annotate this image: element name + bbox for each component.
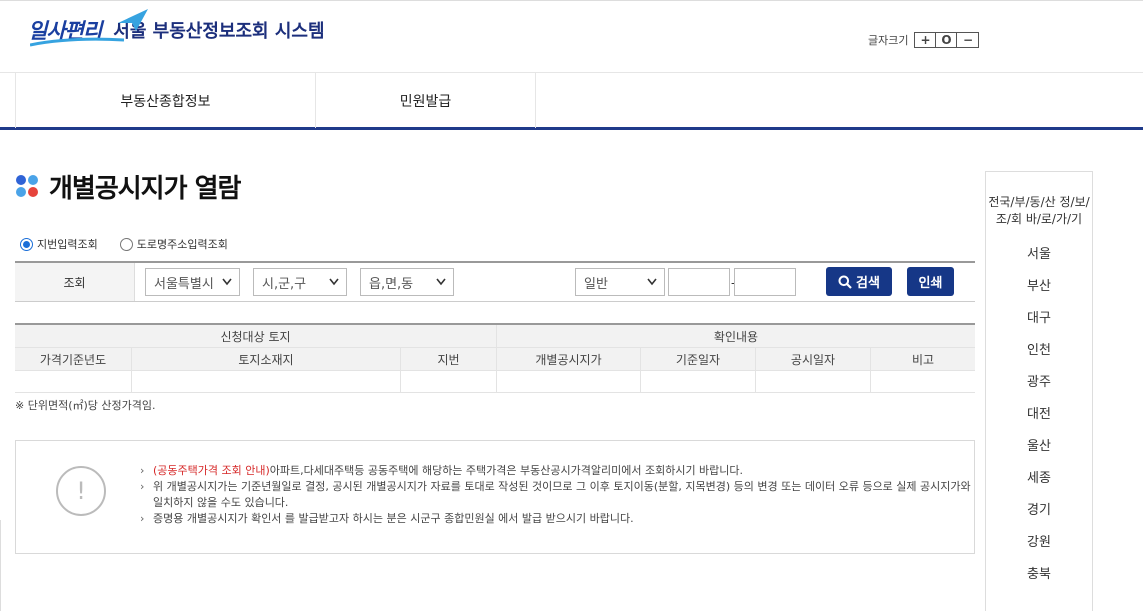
table-cell xyxy=(131,371,400,392)
table-group-header: 신청대상 토지 확인내용 xyxy=(15,325,975,348)
sido-select-value: 서울특별시 xyxy=(154,276,214,292)
radio-jibun-indicator[interactable] xyxy=(20,237,33,251)
table-cell xyxy=(496,371,640,392)
sidebar-item-incheon[interactable]: 인천 xyxy=(986,332,1092,364)
group-header-confirmation: 확인내용 xyxy=(496,325,975,347)
sidebar-item-gangwon[interactable]: 강원 xyxy=(986,524,1092,556)
table-column-header: 가격기준년도 토지소재지 지번 개별공시지가 기준일자 공시일자 비고 xyxy=(15,348,975,371)
title-dots-icon xyxy=(16,174,40,199)
col-official-price: 개별공시지가 xyxy=(496,348,640,370)
sidebar-item-daegu[interactable]: 대구 xyxy=(986,300,1092,332)
print-button-label: 인쇄 xyxy=(918,276,943,291)
chevron-down-icon xyxy=(436,278,446,286)
font-increase-button[interactable]: + xyxy=(915,33,937,47)
land-type-select-value: 일반 xyxy=(584,276,608,292)
nav-item-real-estate-info[interactable]: 부동산종합정보 xyxy=(15,73,315,128)
sidebar-item-gwangju[interactable]: 광주 xyxy=(986,364,1092,396)
regional-shortcut-sidebar: 전국/부/동/산 정/보/조/회 바/로/가/기 서울 부산 대구 인천 광주 … xyxy=(985,171,1093,611)
sidebar-title: 전국/부/동/산 정/보/조/회 바/로/가/기 xyxy=(988,195,1090,226)
search-icon xyxy=(838,275,852,289)
sidebar-item-gyeonggi[interactable]: 경기 xyxy=(986,492,1092,524)
logo-swoosh-icon xyxy=(30,37,125,47)
search-bar: 조회 서울특별시 시,군,구 읍,면,동 일반 - 검색 인쇄 xyxy=(15,261,975,302)
left-divider xyxy=(0,520,1,611)
font-size-buttons: + O − xyxy=(914,32,980,48)
search-button[interactable]: 검색 xyxy=(826,267,892,296)
group-header-target-land: 신청대상 토지 xyxy=(220,329,291,344)
col-remarks: 비고 xyxy=(870,348,975,370)
exclamation-icon: ! xyxy=(56,466,106,516)
table-cell xyxy=(640,371,755,392)
font-size-label: 글자크기 xyxy=(868,34,909,47)
info-item-apartment-price-link[interactable]: (공동주택가격 조회 안내) xyxy=(153,464,270,477)
page-title: 개별공시지가 열람 xyxy=(49,174,241,204)
page-title-wrap: 개별공시지가 열람 xyxy=(16,168,241,205)
eupmyeondong-select[interactable]: 읍,면,동 xyxy=(360,268,454,296)
radio-jibun-label: 지번입력조회 xyxy=(37,238,98,251)
eupmyeondong-select-value: 읍,면,동 xyxy=(369,276,414,292)
print-button[interactable]: 인쇄 xyxy=(907,267,954,296)
search-mode-radios: 지번입력조회 도로명주소입력조회 xyxy=(20,236,250,252)
font-size-control: 글자크기 + O − xyxy=(868,32,980,48)
sidebar-item-sejong[interactable]: 세종 xyxy=(986,460,1092,492)
sidebar-item-seoul[interactable]: 서울 xyxy=(986,236,1092,268)
info-item-apartment-price: (공동주택가격 조회 안내)아파트,다세대주택등 공동주택에 해당하는 주택가격… xyxy=(140,463,974,479)
col-notice-date: 공시일자 xyxy=(755,348,870,370)
chevron-down-icon xyxy=(329,278,339,286)
table-row xyxy=(15,371,975,393)
site-header: 일사편리 서울 부동산정보조회 시스템 글자크기 + O − xyxy=(0,0,1143,72)
info-box: ! (공동주택가격 조회 안내)아파트,다세대주택등 공동주택에 해당하는 주택… xyxy=(15,440,975,554)
font-decrease-button[interactable]: − xyxy=(957,33,978,47)
font-reset-button[interactable]: O xyxy=(936,33,958,47)
unit-note: ※ 단위면적(㎡)당 산정가격임. xyxy=(15,399,156,412)
info-item-certificate: 증명용 개별공시지가 확인서 를 발급받고자 하시는 분은 시군구 종합민원실 … xyxy=(140,511,974,527)
col-price-year: 가격기준년도 xyxy=(39,352,107,367)
info-item-apartment-price-text: 아파트,다세대주택등 공동주택에 해당하는 주택가격은 부동산공시가격알리미에서… xyxy=(269,464,744,477)
logo[interactable]: 일사편리 서울 부동산정보조회 시스템 xyxy=(28,9,325,47)
table-cell xyxy=(755,371,870,392)
radio-road-address[interactable]: 도로명주소입력조회 xyxy=(119,236,228,252)
sidebar-item-chungbuk[interactable]: 충북 xyxy=(986,556,1092,588)
sigungu-select-value: 시,군,구 xyxy=(262,276,307,292)
search-label: 조회 xyxy=(15,263,135,301)
table-cell xyxy=(400,371,496,392)
radio-jibun[interactable]: 지번입력조회 xyxy=(20,236,98,252)
sidebar-item-daejeon[interactable]: 대전 xyxy=(986,396,1092,428)
sido-select[interactable]: 서울특별시 xyxy=(145,268,240,296)
chevron-down-icon xyxy=(222,278,232,286)
sidebar-item-busan[interactable]: 부산 xyxy=(986,268,1092,300)
info-item-price-basis: 위 개별공시지가는 기준년월일로 결정, 공시된 개별공시지가 자료를 토대로 … xyxy=(140,479,974,511)
main-number-input[interactable] xyxy=(668,268,730,296)
logo-mark: 일사편리 xyxy=(28,9,148,47)
search-button-label: 검색 xyxy=(856,276,880,291)
sigungu-select[interactable]: 시,군,구 xyxy=(253,268,347,296)
paper-plane-icon xyxy=(118,9,148,31)
land-type-select[interactable]: 일반 xyxy=(575,268,665,296)
col-lot-number: 지번 xyxy=(400,348,496,370)
col-land-location: 토지소재지 xyxy=(131,348,400,370)
table-cell xyxy=(870,371,975,392)
radio-road-address-indicator[interactable] xyxy=(119,237,133,251)
sub-number-input[interactable] xyxy=(734,268,796,296)
table-cell xyxy=(15,371,131,392)
radio-road-address-label: 도로명주소입력조회 xyxy=(136,238,228,251)
info-list: (공동주택가격 조회 안내)아파트,다세대주택등 공동주택에 해당하는 주택가격… xyxy=(140,463,974,527)
chevron-down-icon xyxy=(647,278,657,286)
result-table: 신청대상 토지 확인내용 가격기준년도 토지소재지 지번 개별공시지가 기준일자… xyxy=(15,323,975,393)
main-nav: 부동산종합정보 민원발급 xyxy=(0,72,1143,130)
nav-item-civil-issuance[interactable]: 민원발급 xyxy=(315,73,536,128)
sidebar-item-ulsan[interactable]: 울산 xyxy=(986,428,1092,460)
col-base-date: 기준일자 xyxy=(640,348,755,370)
